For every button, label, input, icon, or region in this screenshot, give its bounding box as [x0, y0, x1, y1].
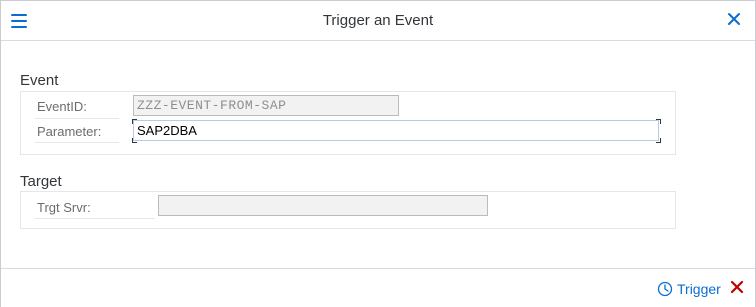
target-group: Trgt Srvr:: [20, 191, 676, 229]
dialog-footer: Trigger: [1, 268, 755, 307]
target-section-title: Target: [20, 173, 62, 190]
trigger-event-dialog: Trigger an Event Event EventID: ZZZ-EVEN…: [0, 0, 756, 307]
event-group: EventID: ZZZ-EVENT-FROM-SAP Parameter: S…: [20, 91, 676, 155]
trigger-button[interactable]: Trigger: [657, 280, 721, 298]
dialog-title: Trigger an Event: [322, 12, 434, 29]
cancel-x-icon[interactable]: [729, 278, 745, 298]
target-server-field: [158, 195, 488, 216]
event-id-field: ZZZ-EVENT-FROM-SAP: [133, 95, 399, 116]
close-icon[interactable]: [725, 11, 743, 29]
event-id-label: EventID:: [37, 99, 87, 114]
focus-corner: [656, 119, 661, 124]
focus-corner: [132, 138, 137, 143]
target-server-label: Trgt Srvr:: [37, 200, 91, 215]
parameter-input[interactable]: SAP2DBA: [133, 120, 659, 141]
dialog-header: Trigger an Event: [1, 1, 755, 41]
parameter-label: Parameter:: [37, 124, 102, 139]
event-section-title: Event: [20, 72, 59, 89]
clock-icon: [657, 281, 673, 297]
focus-corner: [132, 119, 137, 124]
focus-corner: [656, 138, 661, 143]
divider: [35, 142, 119, 143]
divider: [35, 118, 119, 119]
divider: [35, 218, 155, 219]
trigger-button-label: Trigger: [677, 281, 721, 297]
